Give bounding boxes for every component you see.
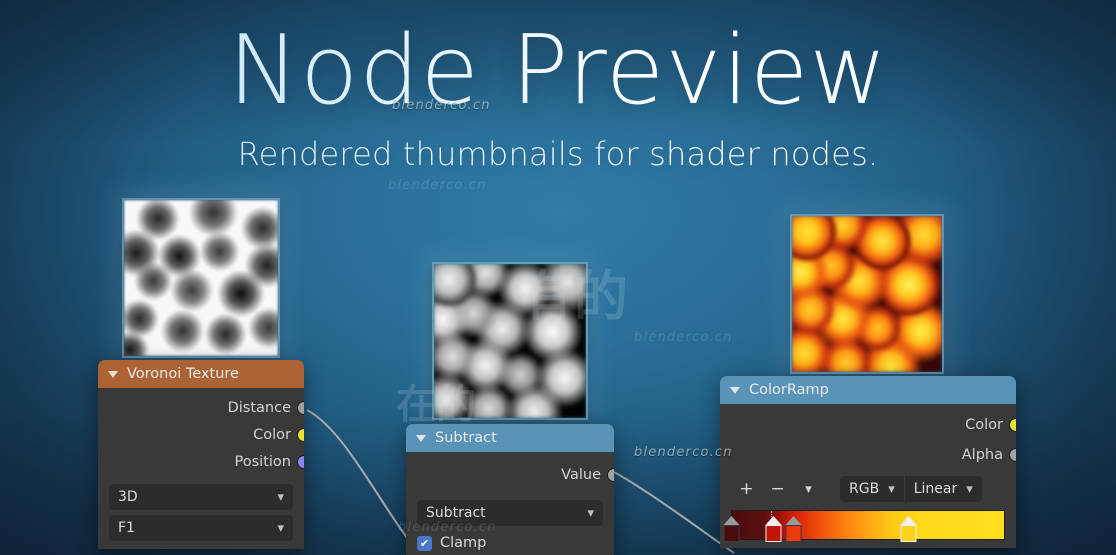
output-label-value: Value (561, 466, 601, 483)
socket-yellow-icon[interactable] (1009, 418, 1016, 432)
socket-gray-icon[interactable] (1009, 448, 1016, 462)
chevron-down-icon[interactable]: ▾ (587, 507, 594, 520)
handle-color-swatch (785, 525, 802, 542)
voronoi-dropdowns: 3D ▾ F1 ▾ (98, 475, 304, 541)
handle-color-swatch (900, 525, 917, 542)
chevron-down-icon[interactable]: ▾ (966, 483, 973, 496)
voronoi-node-title: Voronoi Texture (127, 366, 239, 382)
dimensions-value: 3D (118, 489, 138, 505)
output-socket-position[interactable]: Position (98, 448, 304, 475)
triangle-down-icon[interactable] (108, 370, 118, 378)
output-label-color: Color (965, 417, 1003, 433)
ramp-stop-handle[interactable] (723, 516, 740, 542)
socket-gray-icon[interactable] (297, 400, 304, 415)
interpolation-dropdown[interactable]: Linear ▾ (903, 476, 982, 502)
output-socket-distance[interactable]: Distance (98, 394, 304, 421)
handle-cap-icon (723, 516, 739, 525)
voronoi-texture-image (124, 200, 278, 356)
output-socket-alpha[interactable]: Alpha (720, 440, 1016, 470)
chevron-down-icon[interactable]: ▾ (277, 491, 284, 504)
clamp-label: Clamp (440, 535, 487, 551)
page-root: Node Preview Rendered thumbnails for sha… (0, 0, 1116, 555)
colorramp-result-preview (790, 214, 944, 374)
color-mode-value: RGB (849, 481, 880, 497)
subtract-node-title: Subtract (435, 430, 497, 446)
node-voronoi-texture[interactable]: Voronoi Texture Distance Color Position … (98, 360, 304, 549)
chevron-down-icon[interactable]: ▾ (888, 483, 895, 496)
remove-stop-button[interactable]: − (762, 476, 793, 502)
socket-yellow-icon[interactable] (297, 427, 304, 442)
colorramp-node-body: Color Alpha + − ▾ RGB ▾ Linear ▾ (720, 404, 1016, 548)
page-subtitle: Rendered thumbnails for shader nodes. (0, 135, 1116, 173)
subtract-node-header[interactable]: Subtract (406, 424, 614, 452)
page-title: Node Preview (0, 0, 1116, 119)
subtract-result-preview (432, 262, 588, 420)
dimensions-dropdown[interactable]: 3D ▾ (109, 484, 293, 510)
triangle-down-icon[interactable] (416, 434, 426, 442)
socket-purple-icon[interactable] (297, 454, 304, 469)
output-socket-value[interactable]: Value (406, 458, 614, 491)
checkbox-checked-icon[interactable]: ✔ (417, 535, 432, 551)
colorramp-node-header[interactable]: ColorRamp (720, 376, 1016, 404)
node-subtract[interactable]: Subtract Value Subtract ▾ ✔ Clamp (406, 424, 614, 555)
output-label-alpha: Alpha (961, 447, 1003, 463)
colorramp-toolbar: + − ▾ RGB ▾ Linear ▾ (720, 470, 1016, 502)
handle-color-swatch (765, 525, 782, 542)
colorramp-node-title: ColorRamp (749, 382, 829, 398)
handle-cap-icon (785, 516, 802, 525)
ramp-stop-handle[interactable] (765, 516, 782, 542)
feature-dropdown[interactable]: F1 ▾ (109, 515, 293, 541)
subtract-node-body: Value Subtract ▾ ✔ Clamp (406, 452, 614, 555)
output-label-position: Position (234, 453, 291, 470)
subtract-dropdowns: Subtract ▾ (406, 491, 614, 526)
colorramp-texture-image (792, 216, 942, 372)
operation-value: Subtract (426, 505, 486, 521)
chevron-down-icon[interactable]: ▾ (277, 522, 284, 535)
ramp-menu-button[interactable]: ▾ (793, 476, 824, 502)
ramp-stop-handle[interactable] (785, 516, 802, 542)
color-mode-dropdown[interactable]: RGB ▾ (840, 476, 904, 502)
feature-value: F1 (118, 520, 135, 536)
node-colorramp[interactable]: ColorRamp Color Alpha + − ▾ RGB ▾ Linear… (720, 376, 1016, 548)
subtract-texture-image (434, 264, 586, 418)
voronoi-node-header[interactable]: Voronoi Texture (98, 360, 304, 388)
output-label-color: Color (253, 426, 291, 443)
socket-gray-icon[interactable] (607, 467, 614, 482)
ramp-stop-handle[interactable] (900, 516, 917, 542)
colorramp-gradient-widget[interactable] (720, 502, 1016, 542)
interpolation-value: Linear (913, 481, 958, 497)
output-socket-color[interactable]: Color (720, 410, 1016, 440)
voronoi-distance-preview (122, 198, 280, 358)
hero-section: Node Preview Rendered thumbnails for sha… (0, 0, 1116, 174)
handle-color-swatch (723, 525, 739, 542)
operation-dropdown[interactable]: Subtract ▾ (417, 500, 603, 526)
handle-cap-icon (900, 516, 917, 525)
add-stop-button[interactable]: + (731, 476, 762, 502)
handle-cap-icon (765, 516, 782, 525)
output-socket-color[interactable]: Color (98, 421, 304, 448)
output-label-distance: Distance (227, 399, 291, 416)
triangle-down-icon[interactable] (730, 386, 740, 394)
clamp-checkbox-row[interactable]: ✔ Clamp (406, 526, 614, 551)
voronoi-node-body: Distance Color Position 3D ▾ F1 ▾ (98, 388, 304, 549)
